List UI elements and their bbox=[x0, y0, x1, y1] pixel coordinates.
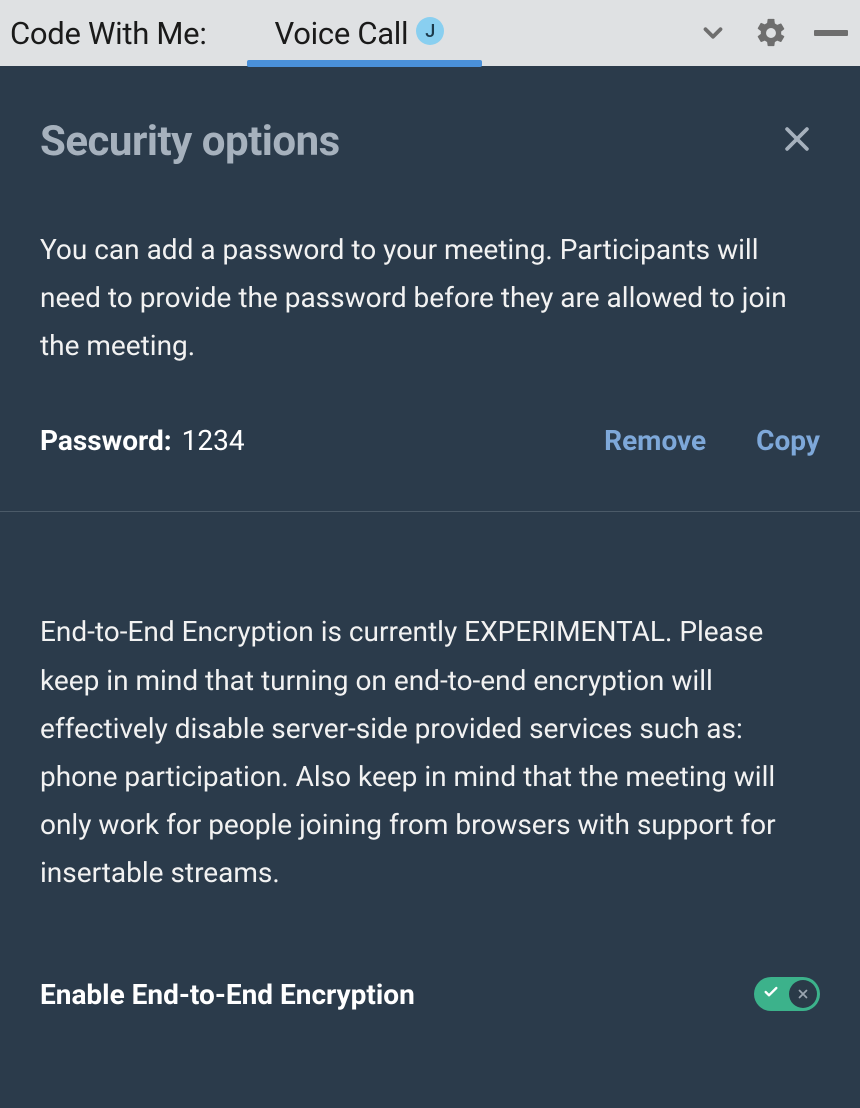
tab-underline bbox=[247, 60, 483, 67]
password-actions: Remove Copy bbox=[604, 424, 820, 457]
close-icon[interactable] bbox=[774, 116, 820, 166]
security-options-panel: Security options You can add a password … bbox=[0, 66, 860, 1011]
remove-button[interactable]: Remove bbox=[604, 424, 706, 457]
encryption-section: End-to-End Encryption is currently EXPER… bbox=[0, 512, 860, 1011]
password-value: 1234 bbox=[182, 424, 245, 457]
gear-icon[interactable] bbox=[754, 16, 788, 50]
check-icon bbox=[763, 984, 779, 1004]
password-section: You can add a password to your meeting. … bbox=[0, 166, 860, 511]
toggle-knob bbox=[789, 980, 817, 1008]
password-row: Password: 1234 Remove Copy bbox=[40, 424, 820, 457]
participant-badge: J bbox=[416, 17, 444, 45]
panel-header: Security options bbox=[0, 66, 860, 166]
encryption-toggle-label: Enable End-to-End Encryption bbox=[40, 978, 415, 1011]
minimize-icon[interactable] bbox=[814, 30, 848, 36]
tab-voice-call[interactable]: Voice Call J bbox=[275, 0, 445, 66]
topbar-actions bbox=[698, 16, 848, 50]
chevron-down-icon[interactable] bbox=[698, 18, 728, 48]
app-title: Code With Me: bbox=[10, 15, 207, 52]
tab-label: Voice Call bbox=[275, 15, 409, 52]
password-description: You can add a password to your meeting. … bbox=[40, 226, 820, 370]
encryption-toggle-row: Enable End-to-End Encryption bbox=[40, 977, 820, 1011]
encryption-description: End-to-End Encryption is currently EXPER… bbox=[40, 608, 820, 897]
panel-title: Security options bbox=[40, 117, 340, 166]
password-label: Password: bbox=[40, 424, 172, 457]
copy-button[interactable]: Copy bbox=[756, 424, 820, 457]
encryption-toggle[interactable] bbox=[754, 977, 820, 1011]
topbar: Code With Me: Voice Call J bbox=[0, 0, 860, 66]
